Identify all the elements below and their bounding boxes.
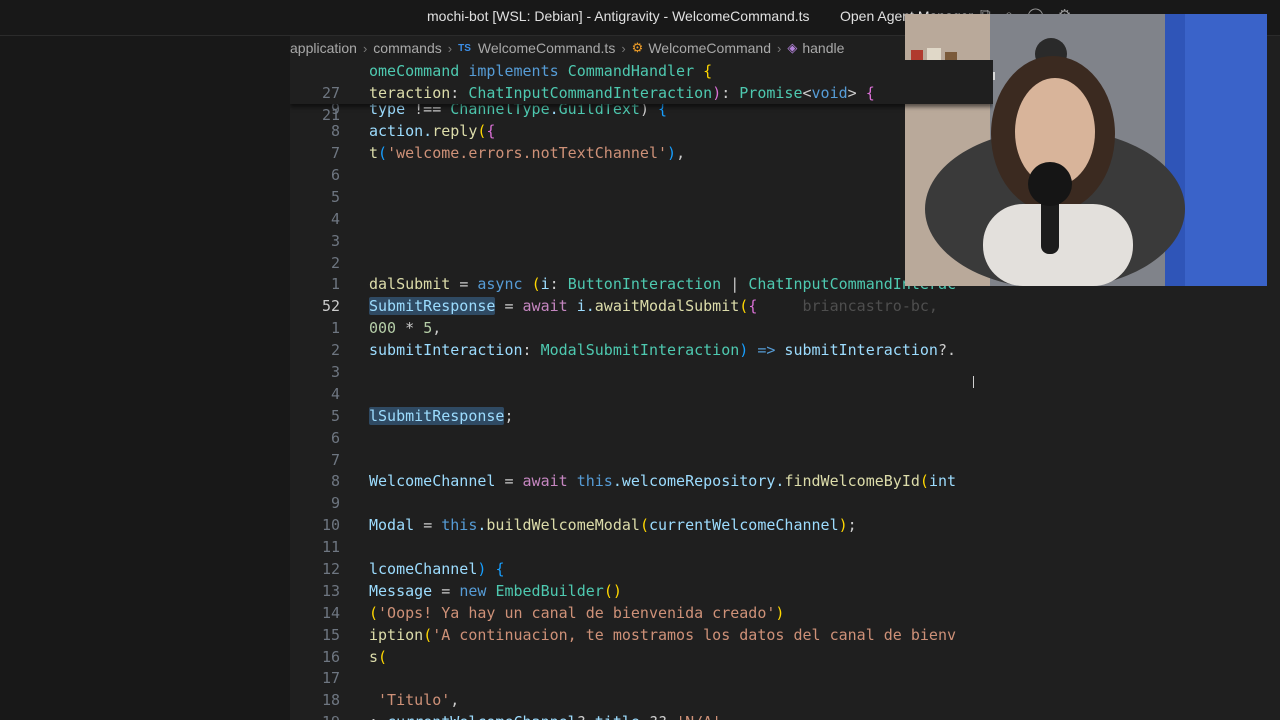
breadcrumb-item-folder[interactable]: application bbox=[290, 40, 357, 56]
code-text: action.reply({ bbox=[369, 122, 496, 140]
code-line[interactable]: 5 lSubmitResponse; bbox=[290, 405, 993, 427]
webcam-overlay bbox=[905, 14, 1267, 286]
code-line[interactable]: 1 000 * 5, bbox=[290, 317, 993, 339]
line-number: 5 bbox=[330, 407, 340, 425]
code-line[interactable]: 15 iption('A continuacion, te mostramos l… bbox=[290, 624, 993, 646]
line-number: 12 bbox=[321, 560, 340, 578]
chevron-right-icon: › bbox=[777, 40, 782, 56]
code-line[interactable]: 7 bbox=[290, 449, 993, 471]
line-number: 5 bbox=[330, 188, 340, 206]
code-text: WelcomeChannel = await this.welcomeRepos… bbox=[369, 472, 957, 490]
typescript-file-icon: TS bbox=[458, 42, 471, 54]
line-number: 4 bbox=[330, 210, 340, 228]
code-line[interactable]: 11 bbox=[290, 536, 993, 558]
code-text: t('welcome.errors.notTextChannel'), bbox=[369, 144, 686, 162]
line-number: 4 bbox=[330, 385, 340, 403]
code-line[interactable]: 3 bbox=[290, 230, 993, 252]
line-number: 10 bbox=[321, 516, 340, 534]
line-number: 16 bbox=[321, 648, 340, 666]
code-line[interactable]: 17 bbox=[290, 667, 993, 689]
code-text: 'Titulo', bbox=[378, 691, 460, 709]
code-line[interactable]: 2 bbox=[290, 252, 993, 274]
code-line[interactable]: 5 bbox=[290, 186, 993, 208]
code-line[interactable]: 8 WelcomeChannel = await this.welcomeRepo… bbox=[290, 470, 993, 492]
code-line[interactable]: 3 bbox=[290, 361, 993, 383]
sticky-line[interactable]: 27 omeCommand implements CommandHandler … bbox=[290, 60, 993, 102]
code-line[interactable]: 12 lcomeChannel) { bbox=[290, 558, 993, 580]
code-line[interactable]: 6 bbox=[290, 427, 993, 449]
line-number: 14 bbox=[321, 604, 340, 622]
line-number: 13 bbox=[321, 582, 340, 600]
code-text: SubmitResponse = await i.awaitModalSubmi… bbox=[369, 297, 947, 315]
code-text: s( bbox=[369, 648, 388, 666]
line-number: 11 bbox=[321, 538, 340, 556]
breadcrumb-method-label: handle bbox=[802, 40, 845, 56]
code-line[interactable]: 8 action.reply({ bbox=[290, 120, 993, 142]
class-symbol-icon: ⚙ bbox=[631, 40, 644, 55]
line-number: 7 bbox=[330, 451, 340, 469]
code-editor[interactable]: 2 7 omeCommand implements CommandHandler … bbox=[290, 60, 993, 720]
breadcrumb-item-file[interactable]: TS WelcomeCommand.ts bbox=[458, 40, 615, 56]
side-panel bbox=[0, 36, 290, 720]
breadcrumb-file-label: WelcomeCommand.ts bbox=[477, 40, 616, 56]
line-number: 8 bbox=[330, 472, 340, 490]
code-text: : currentWelcomeChannel?.title ?? 'N/A', bbox=[369, 711, 730, 720]
code-line[interactable]: 19 : currentWelcomeChannel?.title ?? 'N/A… bbox=[290, 711, 993, 720]
code-text: Modal = this.buildWelcomeModal(currentWe… bbox=[369, 516, 857, 534]
sticky-line[interactable]: 21 teraction: ChatInputCommandInteractio… bbox=[290, 82, 993, 124]
chevron-right-icon: › bbox=[447, 40, 453, 56]
code-line[interactable]: 7 t('welcome.errors.notTextChannel'), bbox=[290, 142, 993, 164]
code-line[interactable]: 2 submitInteraction: ModalSubmitInteracti… bbox=[290, 339, 993, 361]
code-text: iption('A continuacion, te mostramos los… bbox=[369, 626, 957, 644]
code-text: dalSubmit = async (i: ButtonInteraction … bbox=[369, 275, 957, 293]
code-line[interactable]: 6 bbox=[290, 164, 993, 186]
line-number: 21 bbox=[321, 106, 340, 124]
line-number: 19 bbox=[290, 711, 340, 720]
code-text: teraction: ChatInputCommandInteraction):… bbox=[369, 84, 875, 102]
breadcrumb-item-method[interactable]: ◈ handle bbox=[787, 40, 844, 56]
line-number: 2 bbox=[330, 341, 340, 359]
code-line[interactable]: 18 'Titulo', bbox=[290, 689, 993, 711]
line-number: 52 bbox=[321, 297, 340, 315]
code-text: ('Oops! Ya hay un canal de bienvenida cr… bbox=[369, 604, 785, 622]
window-title: mochi-bot [WSL: Debian] - Antigravity - … bbox=[427, 8, 810, 24]
chevron-right-icon: › bbox=[362, 40, 368, 56]
line-number: 15 bbox=[321, 626, 340, 644]
code-line[interactable]: 4 bbox=[290, 383, 993, 405]
code-line[interactable]: 16 s( bbox=[290, 646, 993, 668]
git-blame-annotation: briancastro-bc, bbox=[802, 297, 947, 315]
code-text: submitInteraction: ModalSubmitInteractio… bbox=[369, 341, 957, 359]
code-text: lSubmitResponse; bbox=[369, 407, 514, 425]
breadcrumb-item-commands[interactable]: commands bbox=[373, 40, 441, 56]
breadcrumb-item-class[interactable]: ⚙ WelcomeCommand bbox=[632, 40, 771, 56]
sticky-scroll[interactable]: 27 omeCommand implements CommandHandler … bbox=[290, 60, 993, 124]
line-number: 6 bbox=[330, 429, 340, 447]
method-symbol-icon: ◈ bbox=[787, 40, 798, 55]
code-line[interactable]: 10 Modal = this.buildWelcomeModal(current… bbox=[290, 514, 993, 536]
line-number: 9 bbox=[330, 494, 340, 512]
line-number: 3 bbox=[330, 363, 340, 381]
code-line[interactable]: 13 Message = new EmbedBuilder() bbox=[290, 580, 993, 602]
code-text: lcomeChannel) { bbox=[369, 560, 505, 578]
code-text: 000 * 5, bbox=[369, 319, 442, 337]
line-number: 1 bbox=[330, 275, 340, 293]
webcam-feed-image bbox=[905, 14, 1267, 286]
line-number: 1 bbox=[330, 319, 340, 337]
code-line[interactable]: 14 ('Oops! Ya hay un canal de bienvenida … bbox=[290, 602, 993, 624]
code-line[interactable]: 9 bbox=[290, 492, 993, 514]
mouse-cursor bbox=[973, 376, 974, 388]
code-line[interactable]: 4 bbox=[290, 208, 993, 230]
line-number: 2 bbox=[330, 254, 340, 272]
code-text: omeCommand implements CommandHandler { bbox=[369, 62, 713, 80]
chevron-right-icon: › bbox=[621, 40, 626, 56]
code-line[interactable]: 1 dalSubmit = async (i: ButtonInteraction… bbox=[290, 273, 993, 295]
code-line-current[interactable]: 52 SubmitResponse = await i.awaitModalSub… bbox=[290, 295, 993, 317]
line-number: 3 bbox=[330, 232, 340, 250]
line-number: 18 bbox=[321, 691, 340, 709]
code-text: Message = new EmbedBuilder() bbox=[369, 582, 622, 600]
breadcrumb-class-label: WelcomeCommand bbox=[648, 40, 771, 56]
line-number: 17 bbox=[321, 669, 340, 687]
